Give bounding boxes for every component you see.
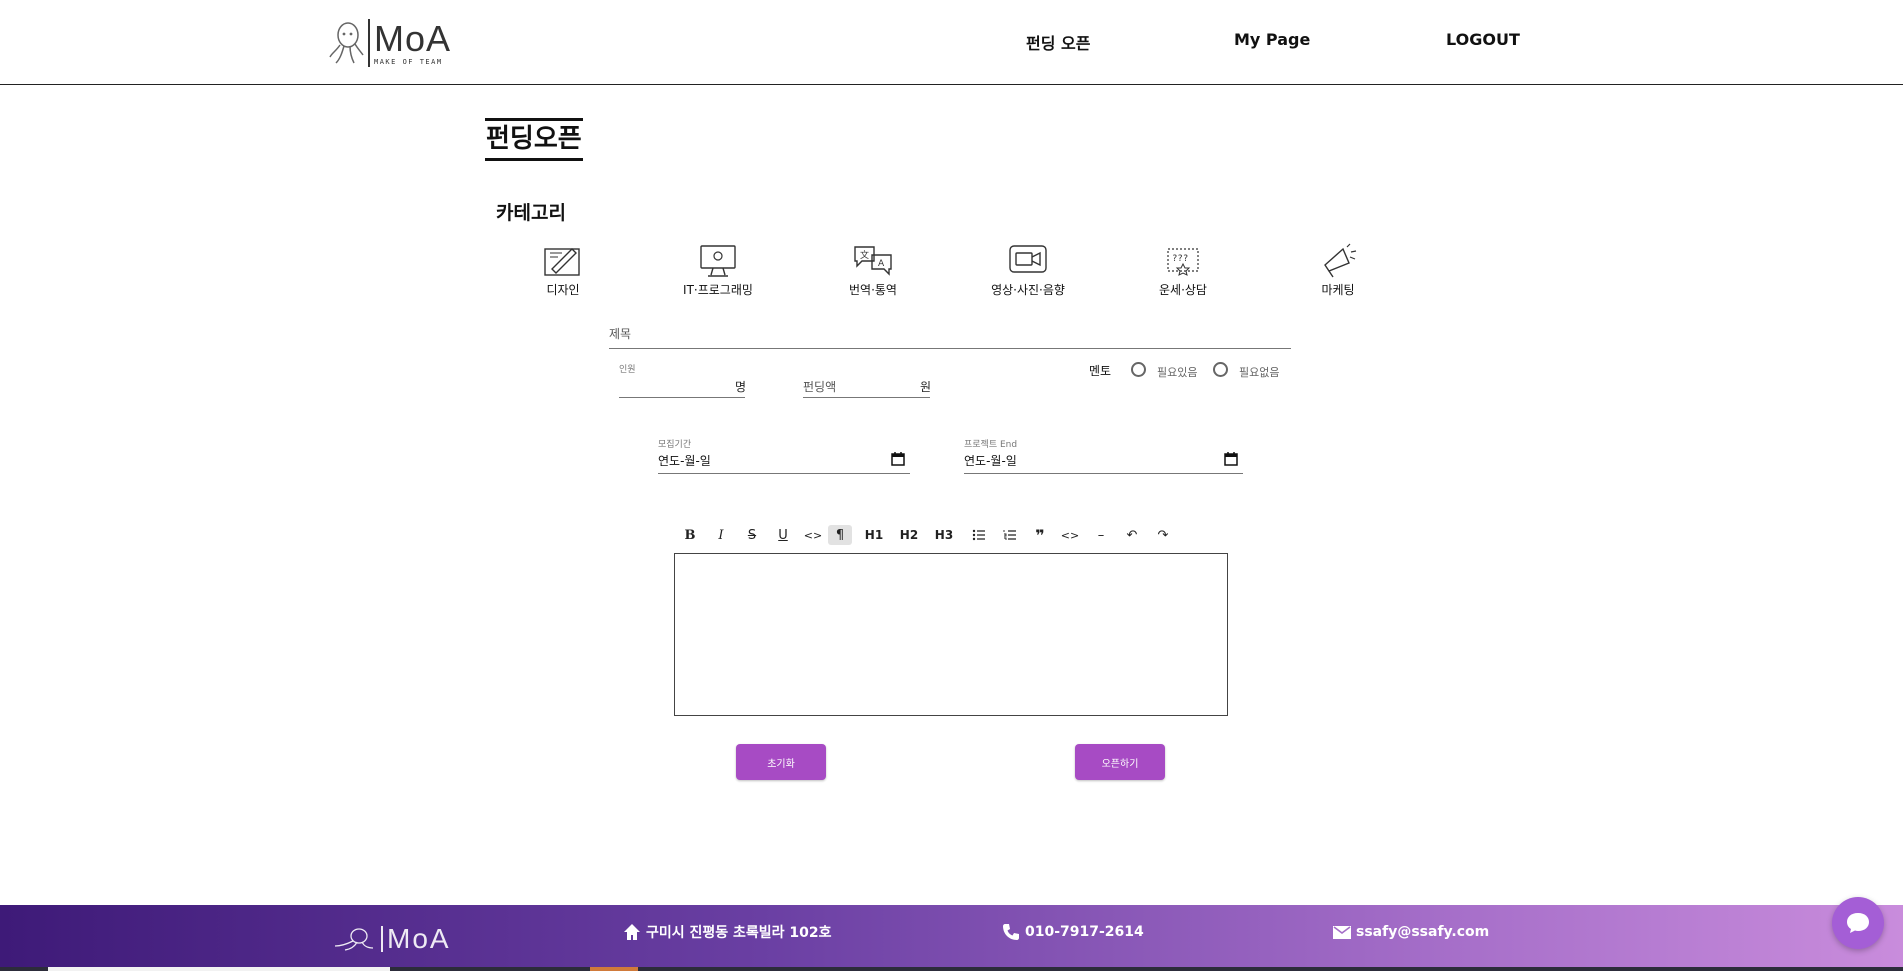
logo-wordmark: MoA	[374, 17, 452, 59]
design-pencil-icon	[544, 248, 580, 276]
footer-logo: MoA	[333, 923, 451, 955]
calendar-icon[interactable]	[891, 452, 905, 466]
svg-text:A: A	[878, 259, 885, 269]
logo[interactable]: MoA MAKE OF TEAM	[328, 16, 451, 70]
svg-text:文: 文	[860, 249, 869, 261]
logo-tagline: MAKE OF TEAM	[374, 57, 443, 66]
category-translation[interactable]: 文 A 번역·통역	[813, 243, 933, 298]
site-footer: MoA 구미시 진평동 초록빌라 102호 010-7917-2614 ssaf…	[0, 905, 1903, 971]
funding-underline	[803, 397, 930, 398]
ordered-list-icon[interactable]	[997, 525, 1021, 545]
mail-icon	[1333, 926, 1351, 939]
mentor-not-needed-radio[interactable]	[1213, 362, 1228, 377]
heading3-button[interactable]: H3	[932, 525, 956, 545]
mentor-needed-radio[interactable]	[1131, 362, 1146, 377]
svg-text:???: ???	[1172, 254, 1188, 264]
open-button[interactable]: 오픈하기	[1075, 744, 1165, 780]
heading2-button[interactable]: H2	[897, 525, 921, 545]
chat-button[interactable]	[1832, 897, 1884, 949]
blockquote-icon[interactable]: ❞	[1028, 525, 1052, 545]
horizontal-rule-icon[interactable]: –	[1089, 525, 1113, 545]
monitor-icon	[700, 245, 736, 277]
video-camera-icon	[1009, 245, 1047, 273]
octopus-logo-icon	[334, 928, 374, 951]
redo-icon[interactable]: ↷	[1151, 525, 1175, 545]
title-input[interactable]: 제목	[609, 325, 631, 342]
chat-bubble-icon	[1847, 913, 1869, 933]
underline-button[interactable]: U	[771, 525, 795, 545]
members-unit: 명	[735, 380, 747, 394]
footer-phone: 010-7917-2614	[1001, 922, 1144, 942]
bullet-list-icon[interactable]	[966, 525, 990, 545]
paragraph-icon[interactable]: ¶	[828, 525, 852, 545]
funding-amount-input[interactable]: 펀딩액	[803, 378, 836, 395]
heading1-button[interactable]: H1	[862, 525, 886, 545]
mentor-not-needed-label: 필요없음	[1239, 366, 1280, 379]
category-label: 운세·상담	[1159, 283, 1207, 297]
undo-icon[interactable]: ↶	[1120, 525, 1144, 545]
code-block-icon[interactable]: <>	[1058, 525, 1082, 545]
members-label: 인원	[619, 365, 636, 375]
logo-divider	[368, 19, 370, 67]
project-end-date-input[interactable]: 연도-월-일	[964, 452, 1017, 469]
strikethrough-button[interactable]: S	[740, 525, 764, 545]
category-marketing[interactable]: 마케팅	[1278, 243, 1398, 298]
title-underline	[609, 348, 1291, 349]
fortune-icon: ???	[1167, 248, 1199, 276]
footer-logo-wordmark: MoA	[387, 923, 451, 954]
category-video[interactable]: 영상·사진·음향	[968, 243, 1088, 298]
footer-email-text[interactable]: ssafy@ssafy.com	[1356, 924, 1489, 940]
footer-email: ssafy@ssafy.com	[1332, 922, 1489, 942]
project-end-underline	[964, 473, 1243, 474]
bottom-taskbar-strip	[0, 967, 1903, 971]
category-fortune[interactable]: ??? 운세·상담	[1123, 243, 1243, 298]
recruit-period-label: 모집기간	[658, 440, 692, 450]
category-design[interactable]: 디자인	[503, 243, 623, 298]
recruit-period-date-input[interactable]: 연도-월-일	[658, 452, 711, 469]
nav-funding-open[interactable]: 펀딩 오픈	[1026, 30, 1090, 54]
category-label: 영상·사진·음향	[991, 283, 1065, 297]
megaphone-icon	[1324, 243, 1357, 278]
footer-phone-text: 010-7917-2614	[1025, 924, 1144, 940]
category-label: IT·프로그래밍	[683, 283, 753, 297]
home-icon	[624, 924, 640, 940]
site-header: MoA MAKE OF TEAM 펀딩 오픈 My Page LOGOUT	[0, 0, 1903, 85]
phone-icon	[1003, 924, 1019, 940]
category-label: 마케팅	[1321, 283, 1355, 297]
translate-icon: 文 A	[854, 246, 892, 276]
mentor-label: 멘토	[1089, 364, 1112, 378]
project-end-label: 프로젝트 End	[964, 440, 1018, 450]
nav-my-page[interactable]: My Page	[1234, 30, 1310, 49]
nav-logout[interactable]: LOGOUT	[1446, 30, 1520, 49]
bold-button[interactable]: B	[678, 525, 702, 545]
footer-address-text: 구미시 진평동 초록빌라 102호	[646, 925, 832, 941]
footer-logo-divider	[381, 926, 383, 952]
reset-button[interactable]: 초기화	[736, 744, 826, 780]
code-icon[interactable]: <>	[801, 525, 825, 545]
content-editor[interactable]	[674, 553, 1228, 716]
taskbar-segment	[48, 967, 390, 971]
category-label: 번역·통역	[849, 283, 897, 297]
category-it[interactable]: IT·프로그래밍	[658, 243, 778, 298]
recruit-period-underline	[658, 473, 910, 474]
footer-address: 구미시 진평동 초록빌라 102호	[622, 922, 832, 942]
members-input[interactable]	[619, 397, 745, 398]
page-title: 펀딩오픈	[485, 118, 583, 161]
italic-button[interactable]: I	[709, 525, 733, 545]
taskbar-segment	[590, 967, 638, 971]
octopus-logo-icon	[329, 22, 364, 64]
category-label: 디자인	[546, 283, 580, 297]
category-heading: 카테고리	[496, 202, 566, 224]
funding-unit: 원	[920, 380, 932, 394]
mentor-needed-label: 필요있음	[1157, 366, 1198, 379]
calendar-icon[interactable]	[1224, 452, 1238, 466]
